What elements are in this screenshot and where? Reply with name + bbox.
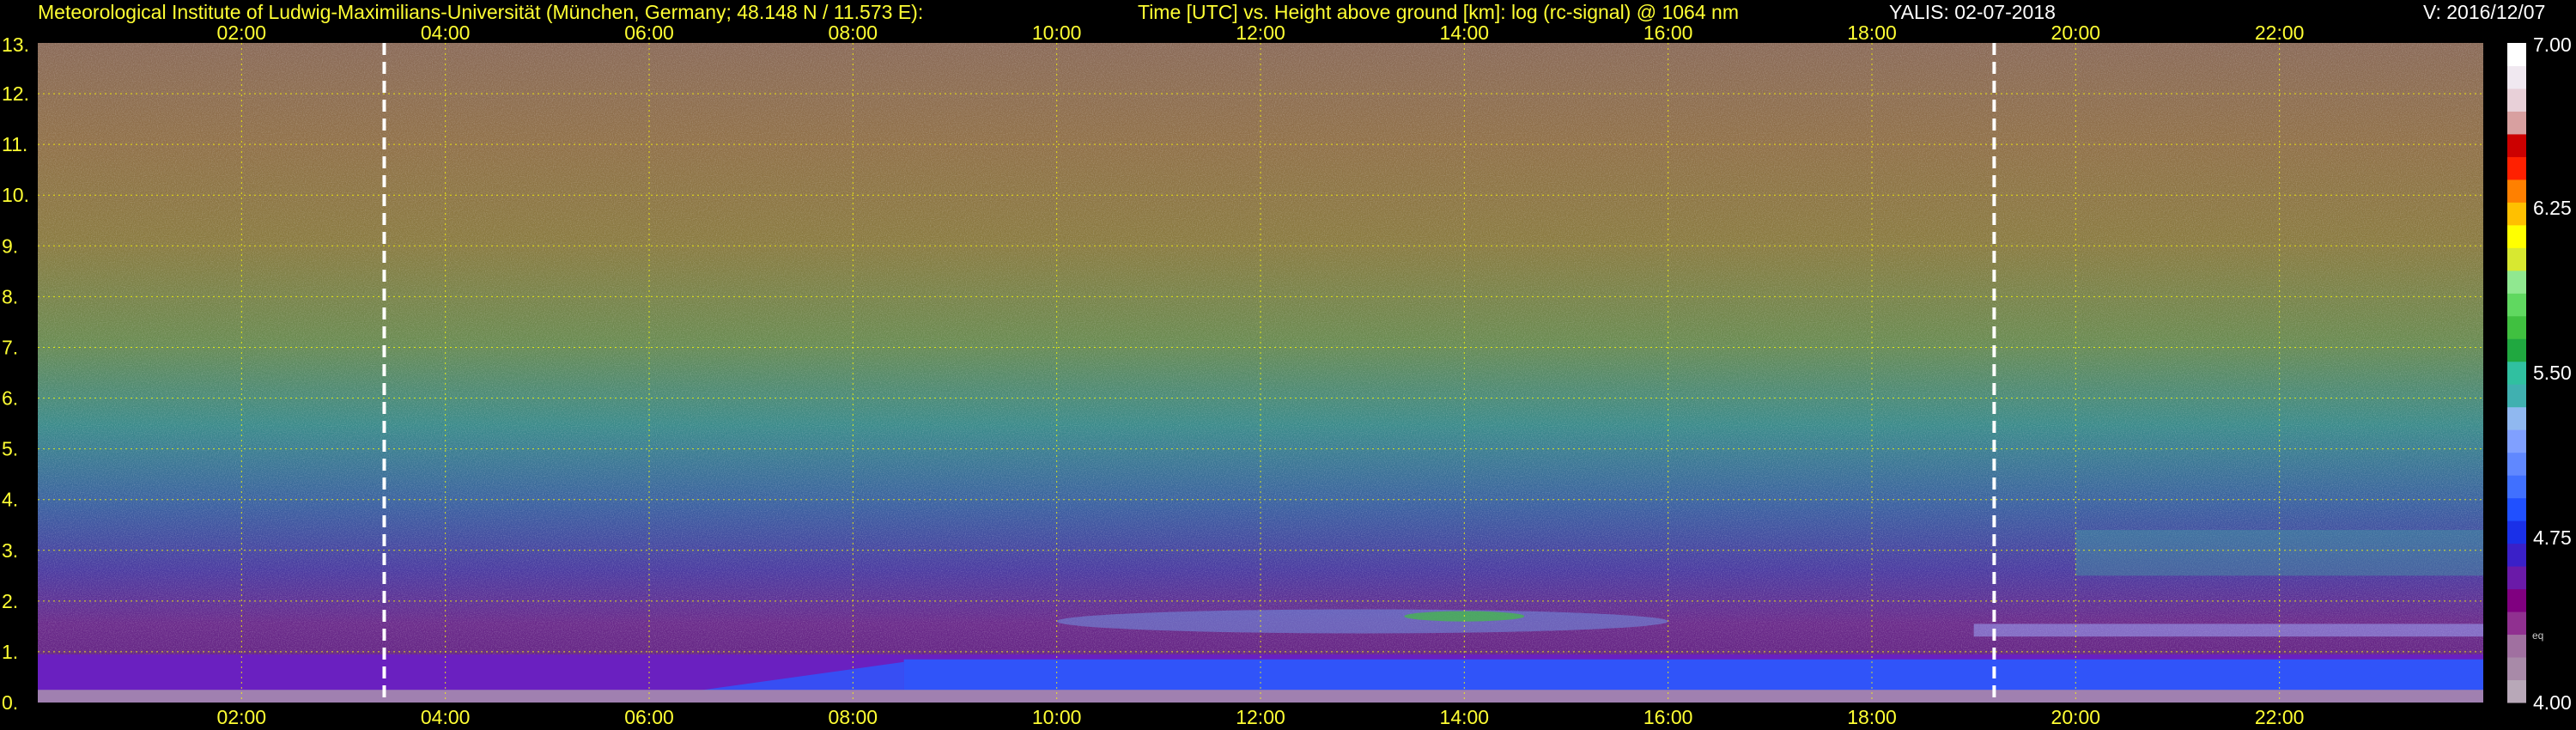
y-tick-label: 4. — [2, 489, 18, 511]
x-tick-label-top: 20:00 — [2051, 21, 2101, 44]
x-tick-label-top: 06:00 — [624, 21, 674, 44]
colorbar-segment — [2507, 224, 2526, 248]
colorbar-segment — [2507, 406, 2526, 430]
x-tick-label-top: 14:00 — [1440, 21, 1490, 44]
colorbar-tick-label: 4.00 — [2533, 691, 2572, 714]
colorbar-tick-label: 4.75 — [2533, 526, 2572, 549]
colorbar-segment — [2507, 497, 2526, 521]
colorbar-segment — [2507, 247, 2526, 271]
y-tick-label: 0. — [2, 691, 18, 714]
colorbar-segment — [2507, 270, 2526, 294]
y-tick-label: 8. — [2, 285, 18, 307]
colorbar-tick-label: 6.25 — [2533, 197, 2572, 219]
y-tick-label: 11. — [2, 133, 27, 155]
colorbar-segment — [2507, 543, 2526, 567]
heatmap-chart: 02:00 02:00 04:00 04:00 06:00 06:00 08:00 08:00… — [2, 21, 2572, 728]
x-tick-label-top: 08:00 — [829, 21, 878, 44]
y-tick-label: 9. — [2, 234, 18, 257]
colorbar-segment — [2507, 657, 2526, 681]
colorbar-segment — [2507, 133, 2526, 157]
y-tick-label: 1. — [2, 641, 18, 663]
colorbar-segment — [2507, 111, 2526, 135]
x-tick-label-bottom: 06:00 — [624, 706, 674, 728]
colorbar-note: eq — [2532, 630, 2543, 642]
colorbar-segment — [2507, 520, 2526, 544]
x-tick-label-top: 18:00 — [1847, 21, 1897, 44]
colorbar-segment — [2507, 88, 2526, 112]
y-tick-label: 10. — [2, 184, 29, 206]
y-tick-label: 2. — [2, 590, 18, 612]
colorbar-segment — [2507, 65, 2526, 89]
x-tick-label-bottom: 10:00 — [1032, 706, 1082, 728]
colorbar-segment — [2507, 179, 2526, 203]
colorbar-tick-label: 7.00 — [2533, 33, 2572, 56]
x-tick-label-bottom: 22:00 — [2255, 706, 2305, 728]
colorbar-segment — [2507, 588, 2526, 612]
y-tick-label: 3. — [2, 539, 18, 562]
colorbar-segment — [2507, 566, 2526, 590]
colorbar-segment — [2507, 679, 2526, 703]
x-tick-label-bottom: 20:00 — [2051, 706, 2101, 728]
colorbar-segment — [2507, 202, 2526, 226]
x-tick-label-bottom: 16:00 — [1643, 706, 1693, 728]
x-tick-label-top: 02:00 — [217, 21, 267, 44]
x-tick-label-bottom: 14:00 — [1440, 706, 1490, 728]
x-tick-label-bottom: 04:00 — [421, 706, 471, 728]
x-tick-label-bottom: 08:00 — [829, 706, 878, 728]
y-tick-label: 7. — [2, 336, 18, 358]
x-tick-label-top: 10:00 — [1032, 21, 1082, 44]
y-tick-label: 5. — [2, 438, 18, 460]
colorbar-segment — [2507, 43, 2526, 66]
colorbar-segment — [2507, 361, 2526, 385]
x-tick-label-bottom: 12:00 — [1236, 706, 1285, 728]
colorbar-segment — [2507, 429, 2526, 453]
colorbar-segment — [2507, 156, 2526, 180]
colorbar-segment — [2507, 634, 2526, 658]
y-tick-label: 12. — [2, 82, 29, 105]
colorbar-segment — [2507, 475, 2526, 499]
x-tick-label-top: 22:00 — [2255, 21, 2305, 44]
layer-elevated-evening — [1973, 624, 2483, 637]
layer-elevated-day — [1056, 609, 1668, 634]
lidar-quicklook: Meteorological Institute of Ludwig-Maxim… — [0, 0, 2576, 730]
x-tick-label-top: 16:00 — [1643, 21, 1693, 44]
layer-surface — [38, 690, 2483, 703]
x-tick-label-top: 12:00 — [1236, 21, 1285, 44]
colorbar-segment — [2507, 315, 2526, 339]
colorbar-segment — [2507, 293, 2526, 317]
y-tick-label: 6. — [2, 387, 18, 410]
colorbar-segment — [2507, 384, 2526, 408]
colorbar-segment — [2507, 611, 2526, 636]
colorbar-tick-label: 5.50 — [2533, 362, 2572, 384]
x-tick-label-bottom: 02:00 — [217, 706, 267, 728]
y-tick-label: 13. — [2, 33, 29, 56]
colorbar-segment — [2507, 452, 2526, 476]
x-tick-label-top: 04:00 — [421, 21, 471, 44]
x-tick-label-bottom: 18:00 — [1847, 706, 1897, 728]
colorbar-segment — [2507, 338, 2526, 362]
